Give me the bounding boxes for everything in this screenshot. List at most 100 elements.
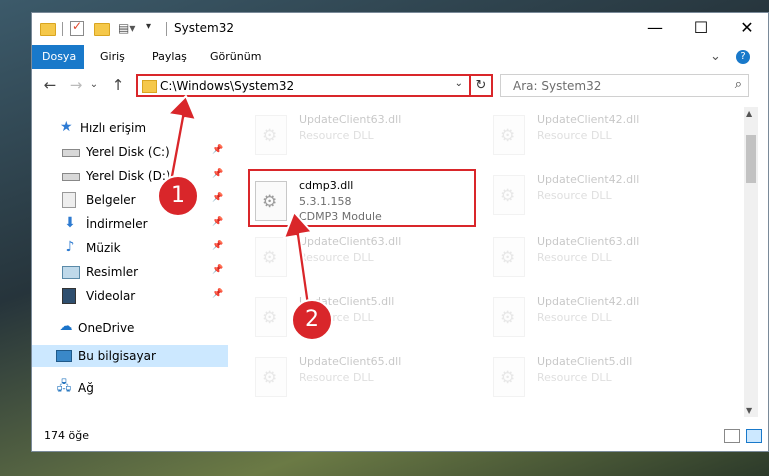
new-folder-icon[interactable] (94, 21, 110, 37)
sidebar-item-disk-c[interactable]: Yerel Disk (C:) 📌 (32, 141, 228, 163)
tab-giris[interactable]: Giriş (88, 45, 137, 69)
file-item[interactable]: UpdateClient63.dll Resource DLL (487, 231, 717, 281)
sidebar-item-this-pc[interactable]: Bu bilgisayar (32, 345, 228, 367)
file-description: Resource DLL (299, 251, 374, 264)
file-item[interactable]: UpdateClient42.dll Resource DLL (487, 291, 717, 341)
back-button[interactable]: ← (40, 75, 60, 95)
minimize-button[interactable]: — (632, 13, 678, 45)
help-icon[interactable]: ? (736, 50, 750, 64)
explorer-window: ▤▾ ▾ System32 — ☐ ✕ Dosya Giriş Paylaş G… (31, 12, 769, 452)
maximize-button[interactable]: ☐ (678, 13, 724, 45)
file-item[interactable]: UpdateClient42.dll Resource DLL (487, 109, 717, 159)
navigation-pane: ★ Hızlı erişim Yerel Disk (C:) 📌 Yerel D… (32, 107, 228, 417)
pin-icon: 📌 (212, 169, 224, 179)
search-placeholder: Ara: System32 (513, 79, 602, 93)
address-dropdown-icon[interactable]: ⌄ (455, 78, 463, 89)
tab-paylas[interactable]: Paylaş (140, 45, 199, 69)
dll-file-icon (255, 237, 287, 277)
quick-access-dropdown-icon[interactable]: ▾ (146, 21, 162, 37)
properties-icon[interactable] (70, 19, 86, 37)
folder-icon[interactable] (40, 21, 56, 37)
tab-dosya[interactable]: Dosya (32, 45, 84, 69)
file-item[interactable]: UpdateClient5.dll Resource DLL (249, 291, 479, 341)
network-icon: 🖧 (56, 379, 72, 394)
customize-toolbar-icon[interactable]: ▤▾ (118, 21, 135, 37)
dll-file-icon (493, 115, 525, 155)
sidebar-item-downloads[interactable]: ⬇ İndirmeler 📌 (32, 213, 228, 235)
sidebar-item-videos[interactable]: Videolar 📌 (32, 285, 228, 307)
refresh-button[interactable]: ↻ (469, 74, 493, 97)
sidebar-item-pictures[interactable]: Resimler 📌 (32, 261, 228, 283)
file-name: UpdateClient63.dll (537, 235, 640, 248)
file-name: UpdateClient65.dll (299, 355, 402, 368)
download-icon: ⬇ (64, 215, 76, 231)
ribbon-tabs: Dosya Giriş Paylaş Görünüm ⌄ ? (32, 45, 768, 69)
sidebar-item-network[interactable]: 🖧 Ağ (32, 377, 228, 399)
status-bar: 174 öğe (32, 425, 768, 449)
item-count: 174 öğe (44, 429, 89, 442)
vertical-scrollbar[interactable]: ▲ ▼ (744, 107, 758, 417)
window-title: System32 (174, 21, 235, 35)
scrollbar-thumb[interactable] (746, 135, 756, 183)
file-item[interactable]: UpdateClient5.dll Resource DLL (487, 351, 717, 401)
search-input[interactable]: Ara: System32 ⌕ (500, 74, 749, 97)
pin-icon: 📌 (212, 217, 224, 227)
sidebar-item-label: Belgeler (86, 193, 136, 207)
close-button[interactable]: ✕ (724, 13, 768, 45)
search-icon: ⌕ (734, 77, 742, 92)
sidebar-item-label: Videolar (86, 289, 136, 303)
file-item[interactable]: UpdateClient65.dll Resource DLL (249, 351, 479, 401)
title-bar: ▤▾ ▾ System32 — ☐ ✕ (32, 13, 768, 45)
file-description: Resource DLL (299, 129, 374, 142)
music-icon: ♪ (65, 239, 75, 255)
address-bar[interactable]: C:\Windows\System32 ⌄ (136, 74, 493, 97)
file-name: UpdateClient42.dll (537, 295, 640, 308)
sidebar-item-label: Bu bilgisayar (78, 349, 156, 363)
dll-file-icon (255, 357, 287, 397)
computer-icon (56, 350, 72, 362)
sidebar-item-label: İndirmeler (86, 217, 148, 231)
file-name: UpdateClient5.dll (537, 355, 633, 368)
sidebar-item-label: Yerel Disk (D:) (86, 169, 171, 183)
file-item[interactable]: UpdateClient63.dll Resource DLL (249, 231, 479, 281)
star-icon: ★ (60, 119, 73, 135)
sidebar-item-quick-access[interactable]: ★ Hızlı erişim (32, 117, 228, 139)
ribbon-expand-icon[interactable]: ⌄ (710, 45, 721, 69)
drive-icon (62, 173, 80, 181)
file-description: Resource DLL (537, 129, 612, 142)
scroll-down-icon[interactable]: ▼ (746, 406, 752, 415)
file-description: Resource DLL (537, 251, 612, 264)
sidebar-item-label: OneDrive (78, 321, 135, 335)
recent-locations-icon[interactable]: ⌄ (88, 75, 100, 95)
file-item[interactable]: UpdateClient63.dll Resource DLL (249, 109, 479, 159)
file-description: Resource DLL (537, 311, 612, 324)
sidebar-item-label: Ağ (78, 381, 94, 395)
up-button[interactable]: ↑ (108, 75, 128, 95)
scroll-up-icon[interactable]: ▲ (746, 109, 752, 118)
details-view-icon[interactable] (724, 429, 740, 443)
pictures-icon (62, 266, 80, 279)
videos-icon (62, 288, 76, 304)
address-row: ← → ⌄ ↑ C:\Windows\System32 ⌄ ↻ Ara: Sys… (32, 69, 768, 103)
pin-icon: 📌 (212, 145, 224, 155)
folder-icon (142, 80, 157, 93)
address-path: C:\Windows\System32 (160, 79, 295, 93)
sidebar-item-music[interactable]: ♪ Müzik 📌 (32, 237, 228, 259)
sidebar-item-disk-d[interactable]: Yerel Disk (D:) 📌 (32, 165, 228, 187)
dll-file-icon (493, 357, 525, 397)
step-1-badge: 1 (157, 175, 199, 217)
sidebar-item-label: Yerel Disk (C:) (86, 145, 170, 159)
file-description: Resource DLL (537, 189, 612, 202)
dll-file-icon (255, 115, 287, 155)
forward-button[interactable]: → (66, 75, 86, 95)
pin-icon: 📌 (212, 241, 224, 251)
file-item[interactable]: UpdateClient42.dll Resource DLL (487, 169, 717, 219)
documents-icon (62, 192, 76, 208)
tab-gorunum[interactable]: Görünüm (198, 45, 273, 69)
pin-icon: 📌 (212, 289, 224, 299)
sidebar-item-label: Hızlı erişim (80, 121, 147, 135)
cloud-icon: ☁ (59, 319, 73, 334)
sidebar-item-onedrive[interactable]: ☁ OneDrive (32, 317, 228, 339)
large-icons-view-icon[interactable] (746, 429, 762, 443)
dll-file-icon (493, 175, 525, 215)
